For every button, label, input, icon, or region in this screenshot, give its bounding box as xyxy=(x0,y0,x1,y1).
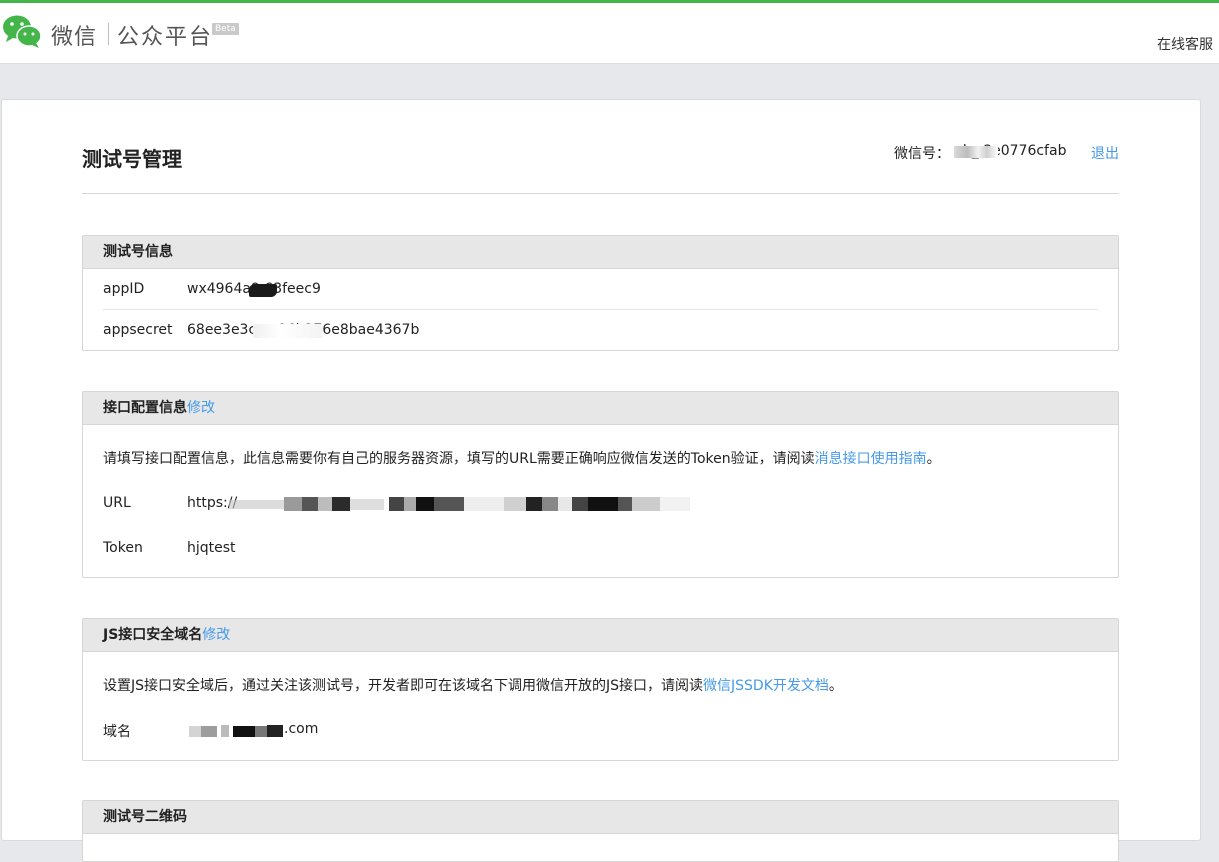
account-label: 微信号： xyxy=(894,146,950,162)
test-account-info-panel: 测试号信息 appID wx4964a9 63feec9 appsecret 6… xyxy=(82,235,1119,351)
token-value: hjqtest xyxy=(187,540,236,556)
online-support-link[interactable]: 在线客服 xyxy=(1157,34,1213,54)
beta-badge: Beta xyxy=(212,23,239,35)
wechat-logo-icon[interactable] xyxy=(2,13,44,49)
url-redaction xyxy=(229,497,690,511)
token-label: Token xyxy=(103,540,143,556)
panel-header: 测试号信息 xyxy=(83,236,1118,269)
brand-divider xyxy=(108,23,109,45)
row-divider xyxy=(103,309,1098,310)
description-text: 请填写接口配置信息，此信息需要你有自己的服务器资源，填写的URL需要正确响应微信… xyxy=(103,451,815,467)
panel-title: 测试号二维码 xyxy=(103,809,187,825)
interface-config-description: 请填写接口配置信息，此信息需要你有自己的服务器资源，填写的URL需要正确响应微信… xyxy=(103,448,941,468)
appid-redaction xyxy=(249,284,277,297)
description-text: 设置JS接口安全域后，通过关注该测试号，开发者即可在该域名下调用微信开放的JS接… xyxy=(103,678,704,694)
domain-label: 域名 xyxy=(103,724,131,740)
jssdk-doc-link[interactable]: 微信JSSDK开发文档 xyxy=(703,678,829,694)
js-domain-description: 设置JS接口安全域后，通过关注该测试号，开发者即可在该域名下调用微信开放的JS接… xyxy=(103,675,843,695)
qrcode-panel: 测试号二维码 xyxy=(82,800,1119,862)
title-divider xyxy=(82,193,1119,194)
edit-interface-config-link[interactable]: 修改 xyxy=(187,400,215,416)
brand-weixin-text: 微信 xyxy=(51,25,98,50)
account-id-redaction xyxy=(954,146,998,158)
domain-value: .com xyxy=(284,721,319,737)
panel-header: 测试号二维码 xyxy=(83,801,1118,834)
panel-title: 接口配置信息 xyxy=(103,400,187,416)
page-title: 测试号管理 xyxy=(82,147,182,171)
period: 。 xyxy=(926,451,941,467)
edit-js-domain-link[interactable]: 修改 xyxy=(202,627,230,643)
panel-header: 接口配置信息修改 xyxy=(83,392,1118,425)
top-header: 微信 公众平台 Beta 在线客服 xyxy=(0,3,1219,64)
js-domain-panel: JS接口安全域名修改 设置JS接口安全域后，通过关注该测试号，开发者即可在该域名… xyxy=(82,618,1119,761)
appid-label: appID xyxy=(103,281,145,297)
appsecret-label: appsecret xyxy=(103,322,173,338)
interface-config-panel: 接口配置信息修改 请填写接口配置信息，此信息需要你有自己的服务器资源，填写的UR… xyxy=(82,391,1119,578)
logout-link[interactable]: 退出 xyxy=(1091,143,1119,163)
panel-title: 测试号信息 xyxy=(103,244,173,260)
appsecret-redaction xyxy=(253,324,323,338)
period: 。 xyxy=(828,678,843,694)
domain-redaction xyxy=(189,725,283,737)
panel-header: JS接口安全域名修改 xyxy=(83,619,1118,652)
message-interface-guide-link[interactable]: 消息接口使用指南 xyxy=(815,451,927,467)
url-label: URL xyxy=(103,495,131,511)
panel-title: JS接口安全域名 xyxy=(103,627,203,643)
brand-platform-text: 公众平台 xyxy=(117,25,214,50)
